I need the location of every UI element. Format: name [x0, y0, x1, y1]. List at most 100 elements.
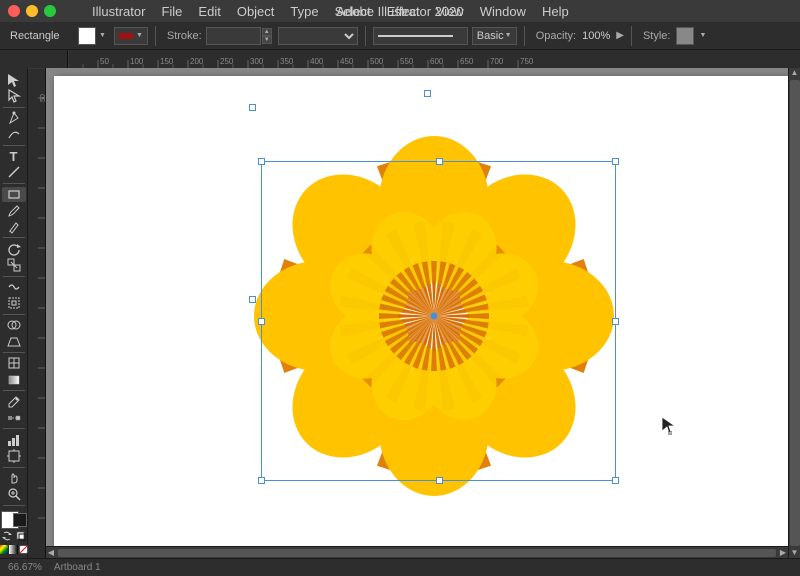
scale-tool-btn[interactable] [2, 257, 26, 272]
status-bar: 66.67% Artboard 1 [0, 558, 800, 576]
scroll-thumb-v[interactable] [790, 80, 800, 546]
rotate-tool-btn[interactable] [2, 241, 26, 256]
eyedropper-btn[interactable] [2, 394, 26, 409]
basic-label-box[interactable]: Basic ▼ [472, 27, 517, 45]
scroll-up-btn[interactable]: ▲ [790, 68, 800, 78]
svg-text:50: 50 [100, 57, 109, 66]
rectangle-tool-btn[interactable] [2, 187, 26, 202]
svg-text:300: 300 [250, 57, 264, 66]
paintbrush-tool-btn[interactable] [2, 203, 26, 218]
window-controls [8, 5, 56, 17]
opacity-value: 100% [582, 30, 610, 42]
stroke-up-arrow[interactable]: ▲ [262, 28, 272, 36]
scroll-thumb-h[interactable] [58, 549, 776, 557]
selection-tool-btn[interactable] [2, 72, 26, 87]
default-colors-btn[interactable] [15, 530, 27, 542]
dash-pattern-box[interactable] [373, 27, 468, 45]
menu-object[interactable]: Object [229, 4, 283, 19]
artboard-tool-btn[interactable] [2, 448, 26, 463]
separator-2 [365, 26, 366, 46]
opacity-label: Opacity: [536, 30, 576, 42]
zoom-level: 66.67% [8, 562, 42, 573]
mesh-tool-btn[interactable] [2, 356, 26, 371]
warp-tool-btn[interactable] [2, 279, 26, 294]
menu-edit[interactable]: Edit [190, 4, 228, 19]
stroke-arrows: ▲ ▼ [262, 28, 272, 44]
sidebar-sep-4 [3, 237, 25, 238]
style-swatch[interactable] [676, 27, 694, 45]
svg-text:400: 400 [310, 57, 324, 66]
none-mode-btn[interactable] [19, 545, 28, 554]
fill-stroke-swatches[interactable] [1, 511, 27, 528]
menu-file[interactable]: File [153, 4, 190, 19]
stroke-icon-btn[interactable]: ▼ [114, 27, 148, 45]
svg-text:500: 500 [370, 57, 384, 66]
shape-builder-btn[interactable] [2, 318, 26, 333]
app-title: Adobe Illustrator 2020 [336, 4, 463, 19]
stroke-icon [119, 29, 133, 43]
perspective-btn[interactable] [2, 334, 26, 349]
svg-text:100: 100 [130, 57, 144, 66]
type-tool-btn[interactable]: T [2, 148, 26, 163]
scroll-left-btn[interactable]: ◀ [46, 548, 56, 558]
style-label: Style: [643, 30, 671, 42]
tools-sidebar: T [0, 68, 28, 558]
dash-line [378, 35, 453, 37]
sidebar-sep-2 [3, 145, 25, 146]
menu-window[interactable]: Window [472, 4, 534, 19]
scrollbar-bottom[interactable]: ◀ ▶ [46, 546, 788, 558]
stroke-input[interactable] [206, 27, 261, 45]
hand-tool-btn[interactable] [2, 470, 26, 485]
color-mode-btn[interactable] [0, 545, 8, 554]
canvas-area[interactable]: ⊞ ▲ ▼ ◀ ▶ [46, 68, 800, 558]
svg-text:350: 350 [280, 57, 294, 66]
cursor-area: ⊞ [660, 415, 680, 438]
menu-illustrator[interactable]: Illustrator [84, 4, 153, 19]
center-anchor [431, 313, 438, 320]
stroke-down-arrow[interactable]: ▼ [262, 36, 272, 44]
sidebar-sep-6 [3, 314, 25, 315]
sidebar-sep-11 [3, 505, 25, 506]
sidebar-sep-5 [3, 276, 25, 277]
fill-color-swatch[interactable] [78, 27, 96, 45]
separator-4 [631, 26, 632, 46]
pencil-tool-btn[interactable] [2, 219, 26, 234]
ruler-row: 50 100 150 200 250 300 350 400 450 500 5… [0, 50, 800, 68]
stroke-swatch-large[interactable] [13, 513, 27, 527]
fill-dropdown-arrow[interactable]: ▼ [99, 32, 106, 39]
main-area: T [0, 68, 800, 558]
ruler-corner [0, 50, 68, 68]
sidebar-sep-9 [3, 428, 25, 429]
menu-help[interactable]: Help [534, 4, 577, 19]
pen-tool-btn[interactable] [2, 110, 26, 125]
swap-fill-stroke-btn[interactable] [1, 530, 13, 542]
style-dropdown-arrow[interactable]: ▼ [699, 32, 706, 39]
gradient-mode-btn[interactable] [9, 545, 18, 554]
sidebar-sep-8 [3, 390, 25, 391]
minimize-button[interactable] [26, 5, 38, 17]
scroll-down-btn[interactable]: ▼ [790, 548, 800, 558]
sidebar-sep-10 [3, 467, 25, 468]
flower-svg [54, 76, 800, 546]
separator-3 [524, 26, 525, 46]
close-button[interactable] [8, 5, 20, 17]
gradient-tool-btn[interactable] [2, 372, 26, 387]
free-transform-btn[interactable] [2, 296, 26, 311]
add-anchor-tool-btn[interactable] [2, 126, 26, 141]
column-graph-btn[interactable] [2, 432, 26, 447]
type-icon: T [10, 149, 18, 164]
line-tool-btn[interactable] [2, 165, 26, 180]
blend-tool-btn[interactable] [2, 410, 26, 425]
scrollbar-right[interactable]: ▲ ▼ [788, 68, 800, 558]
menu-bar: Illustrator File Edit Object Type Select… [76, 4, 577, 19]
fill-color-group[interactable]: ▼ [78, 27, 106, 45]
zoom-tool-btn[interactable] [2, 487, 26, 502]
menu-type[interactable]: Type [282, 4, 326, 19]
horizontal-ruler: 50 100 150 200 250 300 350 400 450 500 5… [68, 50, 800, 68]
scroll-right-btn[interactable]: ▶ [778, 548, 788, 558]
svg-text:150: 150 [160, 57, 174, 66]
stroke-profile-select[interactable] [278, 27, 358, 45]
opacity-arrow[interactable]: ▶ [616, 30, 624, 41]
direct-selection-tool-btn[interactable] [2, 88, 26, 103]
maximize-button[interactable] [44, 5, 56, 17]
